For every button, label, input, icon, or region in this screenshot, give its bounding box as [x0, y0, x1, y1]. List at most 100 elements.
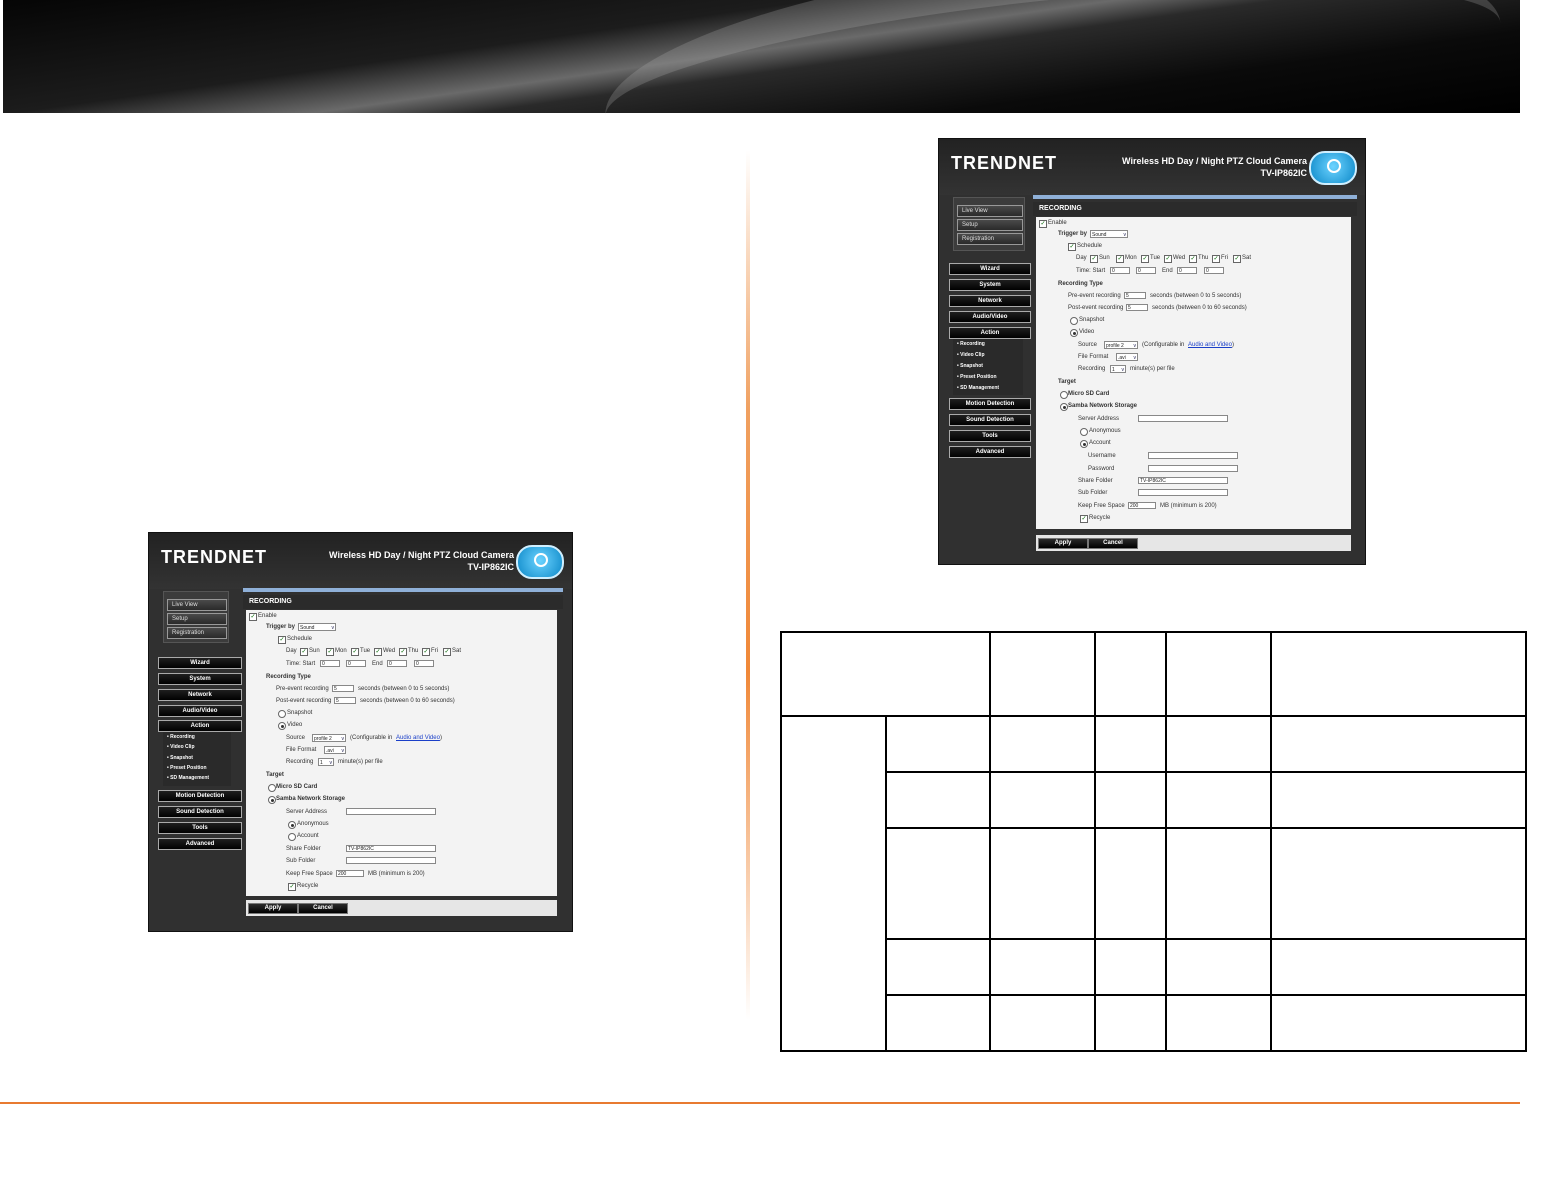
source-select[interactable]: profile 2 — [1104, 341, 1138, 350]
enable-checkbox[interactable]: ✓ — [249, 613, 257, 621]
submenu-snapshot[interactable]: • Snapshot — [957, 363, 983, 369]
live-view-button[interactable]: Live View — [957, 205, 1023, 217]
nav-tools[interactable]: Tools — [949, 430, 1031, 442]
nav-advanced[interactable]: Advanced — [158, 838, 242, 850]
cancel-button[interactable]: Cancel — [298, 903, 348, 914]
day-fri-checkbox[interactable]: ✓ — [422, 648, 430, 656]
end-minute-input[interactable]: 0 — [414, 660, 434, 667]
nav-system[interactable]: System — [949, 279, 1031, 291]
day-wed-checkbox[interactable]: ✓ — [1164, 255, 1172, 263]
live-view-button[interactable]: Live View — [167, 599, 227, 611]
nav-action[interactable]: Action — [158, 720, 242, 732]
nav-audio-video[interactable]: Audio/Video — [949, 311, 1031, 323]
snapshot-radio[interactable] — [278, 710, 286, 718]
nav-sound-detection[interactable]: Sound Detection — [949, 414, 1031, 426]
audio-video-link[interactable]: Audio and Video — [396, 735, 440, 741]
file-format-select[interactable]: .avi — [1116, 353, 1138, 362]
file-format-select[interactable]: .avi — [324, 746, 346, 755]
day-thu-checkbox[interactable]: ✓ — [399, 648, 407, 656]
day-tue-checkbox[interactable]: ✓ — [1141, 255, 1149, 263]
nav-network[interactable]: Network — [949, 295, 1031, 307]
cancel-button[interactable]: Cancel — [1088, 538, 1138, 549]
trigger-by-select[interactable]: Sound — [1090, 230, 1128, 239]
end-minute-input[interactable]: 0 — [1204, 267, 1224, 274]
day-wed-checkbox[interactable]: ✓ — [374, 648, 382, 656]
micro-sd-radio[interactable] — [268, 784, 276, 792]
password-input[interactable] — [1148, 465, 1238, 472]
audio-video-link[interactable]: Audio and Video — [1188, 342, 1232, 348]
keep-free-space-input[interactable]: 200 — [336, 870, 364, 877]
end-hour-input[interactable]: 0 — [1177, 267, 1197, 274]
nav-advanced[interactable]: Advanced — [949, 446, 1031, 458]
nav-motion-detection[interactable]: Motion Detection — [949, 398, 1031, 410]
apply-button[interactable]: Apply — [1038, 538, 1088, 549]
post-event-input[interactable]: 5 — [1126, 304, 1148, 311]
nav-network[interactable]: Network — [158, 689, 242, 701]
enable-checkbox[interactable]: ✓ — [1039, 220, 1047, 228]
micro-sd-radio[interactable] — [1060, 391, 1068, 399]
pre-event-input[interactable]: 5 — [1124, 292, 1146, 299]
username-input[interactable] — [1148, 452, 1238, 459]
day-sat-checkbox[interactable]: ✓ — [1233, 255, 1241, 263]
nav-action[interactable]: Action — [949, 327, 1031, 339]
video-radio[interactable] — [278, 722, 286, 730]
share-folder-input[interactable]: TV-IP862IC — [1138, 477, 1228, 484]
nav-system[interactable]: System — [158, 673, 242, 685]
submenu-preset-position[interactable]: • Preset Position — [167, 765, 207, 771]
recycle-checkbox[interactable]: ✓ — [1080, 515, 1088, 523]
anonymous-radio[interactable] — [288, 821, 296, 829]
server-address-input[interactable] — [346, 808, 436, 815]
account-radio[interactable] — [288, 833, 296, 841]
start-minute-input[interactable]: 0 — [346, 660, 366, 667]
submenu-snapshot[interactable]: • Snapshot — [167, 755, 193, 761]
share-folder-input[interactable]: TV-IP862IC — [346, 845, 436, 852]
trigger-by-select[interactable]: Sound — [298, 623, 336, 632]
samba-radio[interactable] — [268, 796, 276, 804]
recording-length-select[interactable]: 1 — [1110, 365, 1126, 374]
snapshot-radio[interactable] — [1070, 317, 1078, 325]
server-address-input[interactable] — [1138, 415, 1228, 422]
nav-sound-detection[interactable]: Sound Detection — [158, 806, 242, 818]
nav-wizard[interactable]: Wizard — [158, 657, 242, 669]
day-thu-checkbox[interactable]: ✓ — [1189, 255, 1197, 263]
submenu-video-clip[interactable]: • Video Clip — [957, 352, 985, 358]
sub-folder-input[interactable] — [346, 857, 436, 864]
day-tue-checkbox[interactable]: ✓ — [351, 648, 359, 656]
day-sun-checkbox[interactable]: ✓ — [1090, 255, 1098, 263]
submenu-video-clip[interactable]: • Video Clip — [167, 744, 195, 750]
pre-event-input[interactable]: 5 — [332, 685, 354, 692]
recording-length-select[interactable]: 1 — [318, 758, 334, 767]
schedule-checkbox[interactable]: ✓ — [278, 636, 286, 644]
day-sat-checkbox[interactable]: ✓ — [443, 648, 451, 656]
setup-button[interactable]: Setup — [957, 219, 1023, 231]
submenu-sd-management[interactable]: • SD Management — [957, 385, 999, 391]
post-event-input[interactable]: 5 — [334, 697, 356, 704]
apply-button[interactable]: Apply — [248, 903, 298, 914]
start-hour-input[interactable]: 0 — [1110, 267, 1130, 274]
submenu-recording[interactable]: • Recording — [957, 341, 985, 347]
setup-button[interactable]: Setup — [167, 613, 227, 625]
submenu-sd-management[interactable]: • SD Management — [167, 775, 209, 781]
day-mon-checkbox[interactable]: ✓ — [1116, 255, 1124, 263]
start-minute-input[interactable]: 0 — [1136, 267, 1156, 274]
anonymous-radio[interactable] — [1080, 428, 1088, 436]
submenu-recording[interactable]: • Recording — [167, 734, 195, 740]
sub-folder-input[interactable] — [1138, 489, 1228, 496]
video-radio[interactable] — [1070, 329, 1078, 337]
account-radio[interactable] — [1080, 440, 1088, 448]
nav-motion-detection[interactable]: Motion Detection — [158, 790, 242, 802]
nav-wizard[interactable]: Wizard — [949, 263, 1031, 275]
day-fri-checkbox[interactable]: ✓ — [1212, 255, 1220, 263]
schedule-checkbox[interactable]: ✓ — [1068, 243, 1076, 251]
nav-tools[interactable]: Tools — [158, 822, 242, 834]
source-select[interactable]: profile 2 — [312, 734, 346, 743]
recycle-checkbox[interactable]: ✓ — [288, 883, 296, 891]
start-hour-input[interactable]: 0 — [320, 660, 340, 667]
nav-audio-video[interactable]: Audio/Video — [158, 705, 242, 717]
registration-button[interactable]: Registration — [957, 233, 1023, 245]
registration-button[interactable]: Registration — [167, 627, 227, 639]
samba-radio[interactable] — [1060, 403, 1068, 411]
keep-free-space-input[interactable]: 200 — [1128, 502, 1156, 509]
day-mon-checkbox[interactable]: ✓ — [326, 648, 334, 656]
end-hour-input[interactable]: 0 — [387, 660, 407, 667]
